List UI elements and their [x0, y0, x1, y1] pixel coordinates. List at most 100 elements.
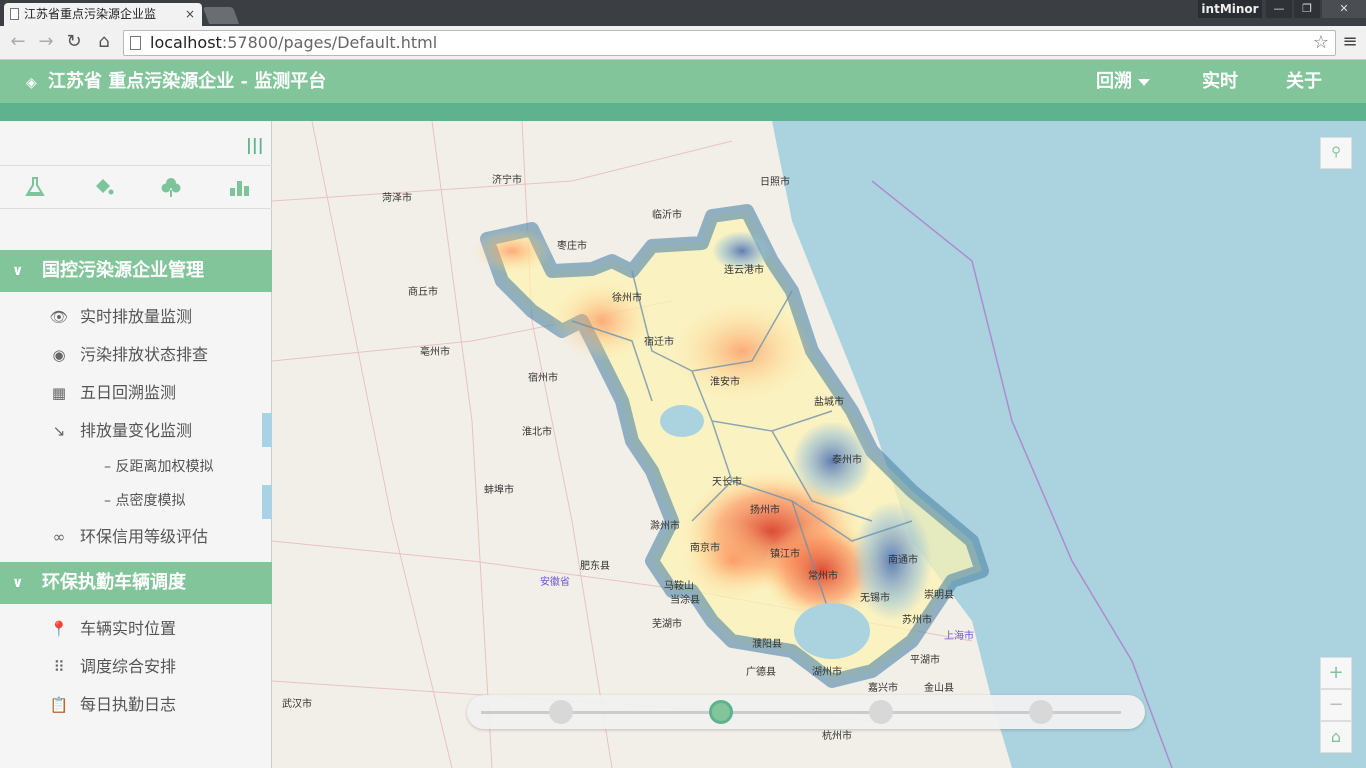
map-label: 嘉兴市: [868, 683, 898, 694]
browser-toolbar: ← → ↻ ⌂ localhost:57800/pages/Default.ht…: [0, 26, 1366, 60]
map-label: 平湖市: [910, 655, 940, 666]
forward-icon[interactable]: →: [34, 30, 58, 54]
map-label: 淮北市: [522, 427, 552, 438]
nav-history[interactable]: 回溯: [1096, 60, 1150, 103]
map-label: 芜湖市: [652, 619, 682, 630]
menu-five-day-history[interactable]: ▦ 五日回溯监测: [48, 381, 176, 405]
map-label: 南通市: [888, 555, 918, 566]
map-view[interactable]: 菏泽市 济宁市 临沂市 日照市 枣庄市 徐州市 商丘市 宿迁市 连云港市 淮安市…: [272, 121, 1366, 768]
map-label: 天长市: [712, 477, 742, 488]
app-brand[interactable]: ◈ 江苏省 重点污染源企业 - 监测平台: [26, 60, 326, 103]
map-label: 淮安市: [710, 377, 740, 388]
map-label: 济宁市: [492, 175, 522, 186]
map-label: 武汉市: [282, 699, 312, 710]
section-vehicle-dispatch[interactable]: ∨ 环保执勤车辆调度: [0, 562, 272, 604]
menu-label: 排放量变化监测: [80, 421, 193, 440]
layers-icon: ◈: [26, 75, 37, 91]
app-header: ◈ 江苏省 重点污染源企业 - 监测平台 回溯 实时 关于: [0, 60, 1366, 103]
browser-tab[interactable]: 江苏省重点污染源企业监 ×: [4, 3, 202, 26]
home-extent-icon[interactable]: ⌂: [1320, 721, 1352, 753]
tree-icon[interactable]: [158, 176, 184, 200]
timeline-slider[interactable]: [467, 695, 1145, 729]
map-label: 濮阳县: [752, 639, 782, 650]
menu-label: 调度综合安排: [80, 657, 177, 676]
eye-icon: 👁: [49, 308, 69, 326]
header-subbar: [0, 103, 1366, 121]
nav-about[interactable]: 关于: [1286, 60, 1322, 103]
infinity-icon: ∞: [52, 528, 66, 546]
paint-bucket-icon[interactable]: [90, 176, 116, 200]
browser-menu-icon[interactable]: ≡: [1340, 30, 1360, 54]
submenu-point-density[interactable]: – 点密度模拟: [104, 490, 185, 512]
timeline-stop[interactable]: [549, 700, 573, 724]
submenu-idw[interactable]: – 反距离加权模拟: [104, 456, 213, 478]
timeline-stop[interactable]: [1029, 700, 1053, 724]
map-label: 盐城市: [814, 397, 844, 408]
nav-realtime[interactable]: 实时: [1202, 60, 1238, 103]
zoom-in-button[interactable]: +: [1320, 657, 1352, 689]
menu-realtime-emission[interactable]: 👁 实时排放量监测: [48, 305, 192, 329]
menu-emission-status[interactable]: ◉ 污染排放状态排查: [48, 343, 208, 367]
map-label: 常州市: [808, 571, 838, 582]
map-label: 当涂县: [670, 595, 700, 606]
map-label: 马鞍山: [664, 581, 694, 592]
taihu-lake: [794, 603, 870, 659]
page-icon: [130, 36, 141, 50]
profile-badge[interactable]: intMinor: [1198, 0, 1262, 18]
map-label: 镇江市: [770, 549, 800, 560]
new-tab-button[interactable]: [202, 7, 240, 24]
section-title: 国控污染源企业管理: [42, 260, 204, 281]
menu-label: 每日执勤日志: [80, 695, 177, 714]
sidebar-collapse-icon[interactable]: |||: [246, 135, 264, 154]
timeline-stop[interactable]: [869, 700, 893, 724]
address-bar[interactable]: localhost:57800/pages/Default.html ☆: [123, 30, 1336, 56]
map-label: 宿州市: [528, 373, 558, 384]
menu-vehicle-location[interactable]: 📍 车辆实时位置: [48, 617, 176, 641]
browser-tabstrip: 江苏省重点污染源企业监 × intMinor — ❐ ✕: [0, 0, 1366, 26]
map-label: 商丘市: [408, 287, 438, 298]
map-label: 无锡市: [860, 593, 890, 604]
map-label: 杭州市: [822, 731, 852, 742]
home-icon[interactable]: ⌂: [92, 30, 116, 54]
bookmark-star-icon[interactable]: ☆: [1313, 31, 1329, 55]
sidebar: ||| ∨ 国控污染源企业管理 👁 实时排放量监测 ◉ 污染排放状态排查 ▦ 五日回溯…: [0, 121, 272, 768]
hongze-lake: [660, 405, 704, 437]
map-label: 湖州市: [812, 667, 842, 678]
tab-title: 江苏省重点污染源企业监: [24, 7, 157, 21]
flask-icon[interactable]: [22, 176, 48, 200]
app-title: 江苏省 重点污染源企业 - 监测平台: [48, 71, 327, 92]
submenu-label: 点密度模拟: [115, 493, 186, 509]
menu-dispatch-schedule[interactable]: ⠿ 调度综合安排: [48, 655, 177, 679]
scroll-indicator: [262, 413, 272, 447]
map-pin-icon: 📍: [49, 620, 69, 638]
menu-credit-rating[interactable]: ∞ 环保信用等级评估: [48, 525, 208, 549]
map-label: 日照市: [760, 177, 790, 188]
close-tab-icon[interactable]: ×: [185, 3, 195, 25]
maximize-button[interactable]: ❐: [1294, 0, 1320, 18]
close-window-button[interactable]: ✕: [1322, 0, 1366, 18]
menu-duty-log[interactable]: 📋 每日执勤日志: [48, 693, 176, 717]
reload-icon[interactable]: ↻: [62, 30, 86, 54]
map-label: 崇明县: [924, 590, 954, 601]
back-icon[interactable]: ←: [6, 30, 30, 54]
map-label: 苏州市: [902, 615, 932, 626]
url-path: :57800/pages/Default.html: [221, 33, 438, 52]
map-label: 安徽省: [540, 577, 570, 588]
section-national-enterprises[interactable]: ∨ 国控污染源企业管理: [0, 250, 272, 292]
zoom-out-button[interactable]: −: [1320, 689, 1352, 721]
chevron-down-icon: [1138, 78, 1150, 86]
minimize-button[interactable]: —: [1266, 0, 1292, 18]
timeline-stop-active[interactable]: [709, 700, 733, 724]
document-icon: [10, 8, 19, 20]
map-label: 上海市: [944, 631, 974, 642]
map-search-icon[interactable]: ⚲: [1320, 137, 1352, 169]
menu-label: 五日回溯监测: [80, 383, 177, 402]
menu-emission-change[interactable]: ↘ 排放量变化监测: [48, 419, 192, 443]
grid-icon: ⠿: [53, 658, 65, 676]
submenu-label: 反距离加权模拟: [115, 459, 214, 475]
map-label: 广德县: [746, 667, 776, 678]
nav-history-label: 回溯: [1096, 71, 1132, 92]
chevron-down-icon: ∨: [12, 575, 24, 591]
map-label: 宿迁市: [644, 337, 674, 348]
bar-chart-icon[interactable]: [226, 176, 252, 200]
